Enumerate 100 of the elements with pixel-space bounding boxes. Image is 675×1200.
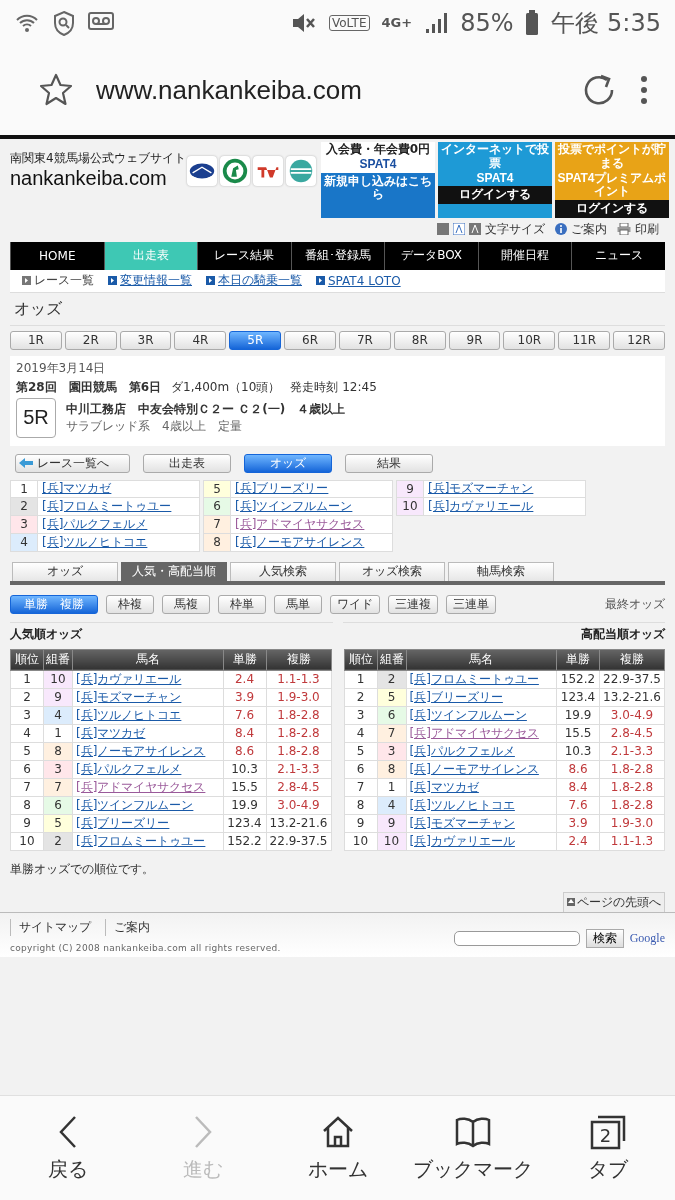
nav-tab[interactable]: ニュース — [571, 242, 666, 270]
bet-type-button[interactable]: 三連単 — [446, 595, 496, 614]
horse-name-link[interactable]: [兵]マツカゼ — [38, 480, 112, 498]
browser-nav-button[interactable]: ブックマーク — [405, 1096, 540, 1200]
subnav-label[interactable]: レース一覧 — [34, 272, 94, 290]
horse-name-link[interactable]: [兵]モズマーチャン — [424, 480, 534, 498]
rank: 7 — [10, 778, 44, 797]
horse-name-link[interactable]: [兵]ノーモアサイレンス — [231, 534, 365, 551]
race-nav-button[interactable]: レース一覧へ — [15, 454, 130, 473]
odds-tab[interactable]: 人気・高配当順 — [121, 562, 227, 581]
rank: 1 — [344, 670, 377, 689]
nav-tab[interactable]: HOME — [10, 242, 104, 270]
racecourse-logo-icon[interactable] — [187, 156, 217, 186]
bet-type-button[interactable]: 単勝 複勝 — [10, 595, 98, 614]
horse-name-link[interactable]: [兵]ツルノヒトコエ — [406, 796, 557, 815]
browser-nav-button[interactable]: 2 タブ — [540, 1096, 675, 1200]
odds-tab[interactable]: オッズ — [12, 562, 118, 581]
horse-name-link[interactable]: [兵]パルクフェルメ — [72, 760, 223, 779]
horse-head-logo-icon[interactable] — [220, 156, 250, 186]
race-nav-button[interactable]: 結果 — [345, 454, 433, 473]
print-link[interactable]: 印刷 — [635, 221, 659, 238]
horse-name-link[interactable]: [兵]ツインフルムーン — [406, 706, 557, 725]
font-size-small-icon[interactable] — [437, 223, 449, 236]
bet-type-button[interactable]: 馬複 — [162, 595, 210, 614]
horse-name-link[interactable]: [兵]ツルノヒトコエ — [72, 706, 223, 725]
race-name: 中川工務店 中友会特別Ｃ２ー Ｃ２(一) ４歳以上 — [66, 401, 347, 418]
horse-name-link[interactable]: [兵]ブリーズリー — [72, 814, 223, 833]
nav-tab[interactable]: 番組･登録馬 — [290, 242, 385, 270]
footer-link[interactable]: ご案内 — [105, 919, 164, 936]
spat4-banner[interactable]: 入会費・年会費0円 SPAT4 新規申し込みはこちら — [321, 142, 435, 218]
star-icon[interactable] — [38, 72, 74, 108]
subnav-link[interactable]: 変更情報一覧 — [120, 272, 192, 290]
horse-name-link[interactable]: [兵]ツインフルムーン — [72, 796, 223, 815]
search-field[interactable] — [453, 931, 580, 946]
font-size-large-icon[interactable] — [469, 223, 481, 236]
race-tab[interactable]: 3R — [119, 331, 172, 350]
horse-name-link[interactable]: [兵]モズマーチャン — [72, 688, 223, 707]
spat4-banner[interactable]: 投票でポイントが貯まる SPAT4プレミアムポイント ログインする — [555, 142, 669, 218]
horse-name-link[interactable]: [兵]フロムミートゥユー — [38, 498, 172, 515]
race-nav-button[interactable]: オッズ — [244, 454, 332, 473]
race-tab[interactable]: 12R — [613, 331, 665, 350]
horse-name-link[interactable]: [兵]フロムミートゥユー — [72, 832, 223, 851]
subnav-link[interactable]: SPAT4 LOTO — [328, 274, 401, 288]
odds-tab[interactable]: 人気検索 — [230, 562, 336, 581]
guide-link[interactable]: ご案内 — [571, 221, 607, 238]
horse-name-link[interactable]: [兵]フロムミートゥユー — [406, 670, 557, 689]
odds-tab[interactable]: オッズ検索 — [339, 562, 445, 581]
horse-name-link[interactable]: [兵]パルクフェルメ — [38, 516, 148, 533]
font-size-medium-icon[interactable] — [453, 223, 465, 236]
wave-logo-icon[interactable] — [286, 156, 316, 186]
win-odds: 152.2 — [223, 832, 266, 851]
horse-name-link[interactable]: [兵]マツカゼ — [72, 724, 223, 743]
browser-nav-button[interactable]: ホーム — [270, 1096, 405, 1200]
spat4-banner[interactable]: インターネットで投票 SPAT4 ログインする — [438, 142, 552, 218]
menu-icon[interactable] — [639, 74, 649, 106]
odds-tab[interactable]: 軸馬検索 — [448, 562, 554, 581]
horse-name-link[interactable]: [兵]パルクフェルメ — [406, 742, 557, 761]
horse-name-link[interactable]: [兵]ブリーズリー — [406, 688, 557, 707]
search-button[interactable]: 検索 — [585, 929, 624, 948]
horse-name-link[interactable]: [兵]モズマーチャン — [406, 814, 557, 833]
race-tab[interactable]: 11R — [558, 331, 611, 350]
bet-type-button[interactable]: 三連複 — [388, 595, 438, 614]
bet-type-button[interactable]: 枠単 — [218, 595, 266, 614]
horse-name-link[interactable]: [兵]カヴァリエール — [424, 498, 534, 515]
race-tab[interactable]: 8R — [393, 331, 446, 350]
race-tab[interactable]: 6R — [284, 331, 336, 350]
horse-name-link[interactable]: [兵]アドマイヤサクセス — [406, 724, 557, 743]
column-header: 複勝 — [266, 649, 331, 671]
bet-type-button[interactable]: 馬単 — [274, 595, 322, 614]
race-tab[interactable]: 1R — [10, 331, 62, 350]
rank: 2 — [10, 688, 44, 707]
horse-name-link[interactable]: [兵]カヴァリエール — [406, 832, 557, 851]
race-tab[interactable]: 10R — [503, 331, 556, 350]
nav-tab[interactable]: データBOX — [384, 242, 478, 270]
horse-name-link[interactable]: [兵]ツルノヒトコエ — [38, 534, 148, 551]
page-top-button[interactable]: ページの先頭へ — [563, 892, 665, 912]
footer-link[interactable]: サイトマップ — [10, 919, 105, 936]
rank: 6 — [344, 760, 377, 779]
horse-name-link[interactable]: [兵]マツカゼ — [406, 778, 557, 797]
race-tab[interactable]: 9R — [448, 331, 501, 350]
horse-name-link[interactable]: [兵]ノーモアサイレンス — [72, 742, 223, 761]
race-tab[interactable]: 7R — [339, 331, 391, 350]
horse-name-link[interactable]: [兵]カヴァリエール — [72, 670, 223, 689]
subnav-link[interactable]: 本日の騎乗一覧 — [218, 272, 302, 290]
race-tab[interactable]: 2R — [64, 331, 117, 350]
printer-icon[interactable] — [617, 223, 631, 236]
horse-name-link[interactable]: [兵]ツインフルムーン — [231, 498, 353, 515]
horse-name-link[interactable]: [兵]ノーモアサイレンス — [406, 760, 557, 779]
bet-type-button[interactable]: ワイド — [330, 595, 380, 614]
horse-name-link[interactable]: [兵]ブリーズリー — [231, 480, 329, 498]
horse-name-link[interactable]: [兵]アドマイヤサクセス — [231, 516, 365, 533]
race-tab[interactable]: 4R — [174, 331, 227, 350]
nav-tab[interactable]: 開催日程 — [477, 242, 572, 270]
nav-tab[interactable]: レース結果 — [197, 242, 291, 270]
info-icon[interactable] — [555, 223, 567, 236]
browser-nav-button[interactable]: 戻る — [0, 1096, 135, 1200]
bet-type-button[interactable]: 枠複 — [106, 595, 154, 614]
horse-name-link[interactable]: [兵]アドマイヤサクセス — [72, 778, 223, 797]
site-logo[interactable]: nankankeiba.com — [10, 167, 182, 189]
race-nav-button[interactable]: 出走表 — [143, 454, 231, 473]
